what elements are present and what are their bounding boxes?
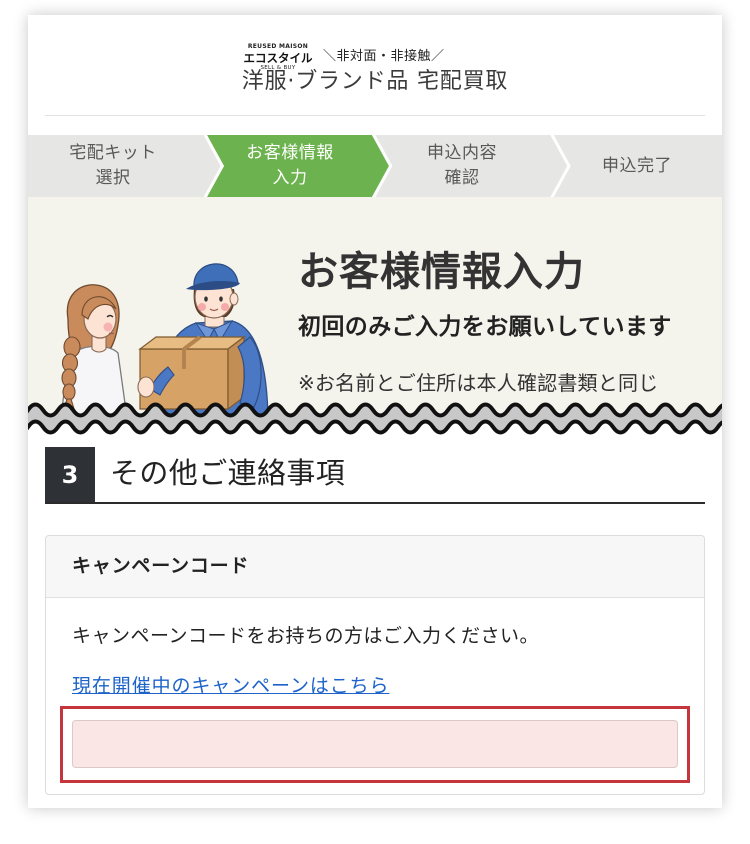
header-divider (45, 115, 705, 116)
step-label: お客様情報 (246, 143, 334, 163)
progress-steps: 宅配キット 選択 お客様情報 入力 申込内容 確認 申込完了 (28, 135, 722, 197)
banner-illustration (59, 263, 269, 425)
step-complete: 申込完了 (557, 135, 717, 197)
banner-title: お客様情報入力 (298, 249, 585, 295)
step-kit-selection: 宅配キット 選択 (33, 135, 193, 197)
app-screen: REUSED MAISON エコスタイル SELL & BUY ＼非対面・非接触… (28, 15, 722, 808)
logo-main-text: エコスタイル (243, 51, 313, 65)
header-tagline: ＼非対面・非接触／ (323, 49, 445, 64)
card-header-title: キャンペーンコード (72, 555, 250, 577)
campaign-code-card: キャンペーンコード キャンペーンコードをお持ちの方はご入力ください。 現在開催中… (45, 535, 705, 795)
intro-banner: お客様情報入力 初回のみご入力をお願いしています ※お名前とご住所は本人確認書類… (28, 197, 722, 425)
section-title: その他ご連絡事項 (110, 456, 346, 490)
campaign-description: キャンペーンコードをお持ちの方はご入力ください。 (72, 625, 540, 647)
step-label: 申込内容 (427, 143, 497, 163)
banner-note: ※お名前とご住所は本人確認書類と同じ (298, 371, 659, 395)
page-title: 洋服·ブランド品 宅配買取 (241, 69, 509, 94)
section-underline (45, 502, 705, 504)
step-label: 入力 (272, 168, 308, 188)
banner-subtitle: 初回のみご入力をお願いしています (298, 314, 672, 340)
step-label: 選択 (95, 168, 131, 188)
step-customer-info: お客様情報 入力 (210, 135, 370, 197)
section-number-badge: 3 (45, 447, 95, 503)
card-header: キャンペーンコード (46, 536, 704, 598)
campaign-code-input[interactable] (72, 720, 678, 768)
logo-top-text: REUSED MAISON (247, 43, 309, 50)
step-confirm: 申込内容 確認 (382, 135, 542, 197)
current-campaigns-link[interactable]: 現在開催中のキャンペーンはこちら (72, 673, 389, 699)
step-label: 申込完了 (602, 155, 672, 176)
step-label: 確認 (444, 168, 480, 188)
step-label: 宅配キット (69, 143, 157, 163)
torn-edge-divider (28, 402, 722, 442)
